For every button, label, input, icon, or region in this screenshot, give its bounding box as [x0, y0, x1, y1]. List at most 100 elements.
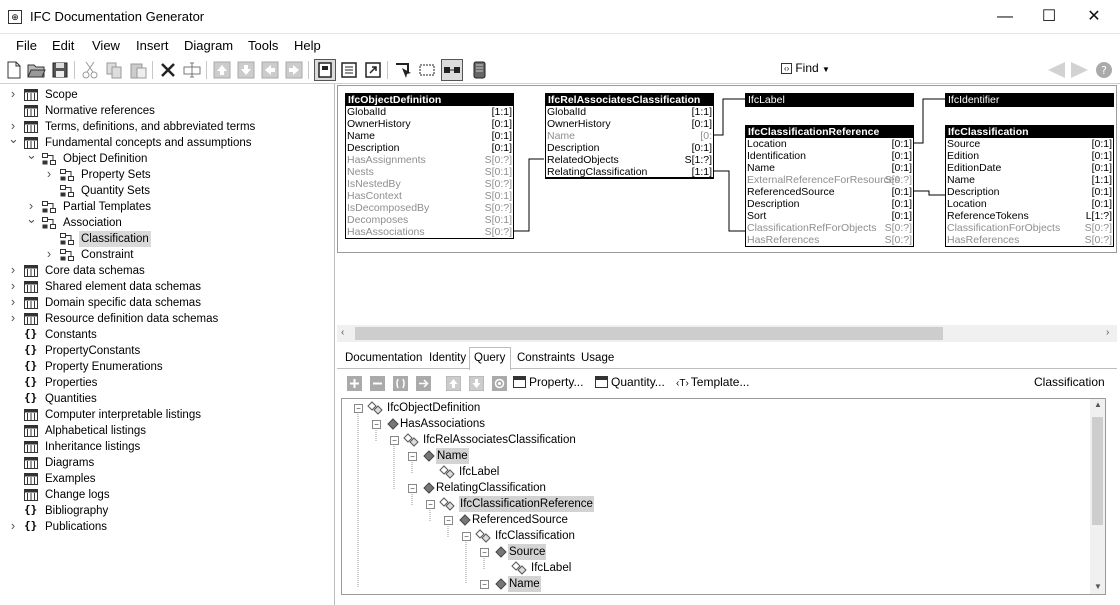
menu-insert[interactable]: Insert	[136, 38, 169, 53]
entity-attribute[interactable]: Description [0:1]	[946, 186, 1113, 198]
tab-usage[interactable]: Usage	[581, 352, 614, 364]
menu-diagram[interactable]: Diagram	[184, 38, 233, 53]
entity-ifcclassificationreference[interactable]: IfcClassificationReference Location [0:1]…	[745, 125, 914, 247]
marquee-icon[interactable]	[417, 60, 437, 80]
new-icon[interactable]	[4, 60, 24, 80]
collapse-chevron-icon[interactable]: ⌄	[26, 147, 37, 163]
entity-attribute[interactable]: Name [1:1]	[946, 174, 1113, 186]
add-icon[interactable]	[347, 376, 362, 391]
tree-item[interactable]: {} Constants	[0, 327, 334, 343]
tree-item[interactable]: {} Quantities	[0, 391, 334, 407]
tree-item[interactable]: ⌄ Fundamental concepts and assumptions	[0, 131, 334, 151]
delete-icon[interactable]	[158, 60, 178, 80]
entity-attribute[interactable]: Location [0:1]	[746, 138, 913, 150]
paste-icon[interactable]	[128, 60, 148, 80]
collapse-chevron-icon[interactable]: ⌄	[8, 131, 19, 147]
entity-attribute[interactable]: HasAssignments S[0:?]	[346, 154, 513, 166]
entity-attribute[interactable]: ClassificationRefForObjects S[0:?]	[746, 222, 913, 234]
menu-file[interactable]: File	[16, 38, 37, 53]
tree-item[interactable]: ⌄ Object Definition	[0, 147, 334, 167]
entity-attribute[interactable]: IsDecomposedBy S[0:?]	[346, 202, 513, 214]
menu-tools[interactable]: Tools	[248, 38, 278, 53]
tree-item[interactable]: Computer interpretable listings	[0, 407, 334, 423]
scrollbar-thumb[interactable]	[1092, 417, 1103, 525]
tree-item[interactable]: › Core data schemas	[0, 262, 334, 279]
tree-item[interactable]: › Property Sets	[0, 166, 334, 183]
collapse-toggle-icon[interactable]: −	[426, 500, 435, 509]
remove-icon[interactable]	[370, 376, 385, 391]
expand-chevron-icon[interactable]: ›	[8, 262, 18, 278]
entity-attribute[interactable]: Nests S[0:1]	[346, 166, 513, 178]
add-quantity-button[interactable]: Quantity...	[595, 375, 665, 389]
entity-ifclabel[interactable]: IfcLabel	[745, 93, 914, 107]
tree-item[interactable]: Diagrams	[0, 455, 334, 471]
entity-attribute[interactable]: GlobalId [1:1]	[546, 106, 713, 118]
entity-ifcobjectdefinition[interactable]: IfcObjectDefinition GlobalId [1:1] OwnerHi…	[345, 93, 514, 239]
collapse-toggle-icon[interactable]: −	[480, 580, 489, 589]
group-icon[interactable]	[393, 376, 408, 391]
forward-icon[interactable]	[1069, 60, 1091, 80]
entity-attribute[interactable]: ReferencedSource [0:1]	[746, 186, 913, 198]
expand-chevron-icon[interactable]: ›	[8, 86, 18, 102]
tree-item[interactable]: › Scope	[0, 86, 334, 103]
template-view-icon[interactable]	[314, 59, 336, 81]
cut-icon[interactable]	[80, 60, 100, 80]
collapse-toggle-icon[interactable]: −	[408, 452, 417, 461]
entity-attribute[interactable]: Edition [0:1]	[946, 150, 1113, 162]
entity-attribute[interactable]: HasReferences S[0:?]	[746, 234, 913, 246]
entity-attribute[interactable]: RelatingClassification [1:1]	[546, 166, 713, 178]
schema-icon[interactable]	[469, 60, 489, 80]
document-tree[interactable]: › Scope Normative references › Terms, defini…	[0, 84, 335, 605]
tree-item[interactable]: {} Bibliography	[0, 503, 334, 519]
entity-attribute[interactable]: OwnerHistory [0:1]	[546, 118, 713, 130]
entity-attribute[interactable]: Description [0:1]	[346, 142, 513, 154]
help-icon[interactable]: ?	[1095, 61, 1113, 79]
tab-documentation[interactable]: Documentation	[345, 352, 422, 364]
entity-attribute[interactable]: Description [0:1]	[746, 198, 913, 210]
tab-query[interactable]: Query	[474, 352, 505, 364]
entity-attribute[interactable]: ExternalReferenceForResources S[0:?]	[746, 174, 913, 186]
tree-item[interactable]: Alphabetical listings	[0, 423, 334, 439]
collapse-chevron-icon[interactable]: ⌄	[26, 211, 37, 227]
collapse-toggle-icon[interactable]: −	[480, 548, 489, 557]
save-icon[interactable]	[50, 60, 70, 80]
tree-item[interactable]: {} Property Enumerations	[0, 359, 334, 375]
collapse-toggle-icon[interactable]: −	[444, 516, 453, 525]
insert-icon[interactable]	[416, 376, 431, 391]
collapse-toggle-icon[interactable]: −	[372, 420, 381, 429]
expand-chevron-icon[interactable]: ›	[8, 310, 18, 326]
move-down-icon[interactable]	[236, 60, 256, 80]
scroll-right-icon[interactable]: ›	[1106, 327, 1109, 338]
collapse-toggle-icon[interactable]: −	[354, 404, 363, 413]
tree-item[interactable]: › Shared element data schemas	[0, 278, 334, 295]
collapse-toggle-icon[interactable]: −	[390, 436, 399, 445]
tree-item[interactable]: › Resource definition data schemas	[0, 310, 334, 327]
tree-item[interactable]: Inheritance listings	[0, 439, 334, 455]
document-view-icon[interactable]	[339, 60, 359, 80]
tree-item[interactable]: Normative references	[0, 103, 334, 119]
entity-attribute[interactable]: Name [0:	[546, 130, 713, 142]
entity-attribute[interactable]: Name [0:1]	[746, 162, 913, 174]
move-left-icon[interactable]	[260, 60, 280, 80]
open-icon[interactable]	[26, 60, 46, 80]
entity-attribute[interactable]: Name [0:1]	[346, 130, 513, 142]
move-up-icon[interactable]	[445, 375, 462, 392]
expand-chevron-icon[interactable]: ›	[8, 518, 18, 534]
tree-item[interactable]: Quantity Sets	[0, 183, 334, 199]
entity-attribute[interactable]: Sort [0:1]	[746, 210, 913, 222]
collapse-toggle-icon[interactable]: −	[408, 484, 417, 493]
entity-attribute[interactable]: ReferenceTokens L[1:?]	[946, 210, 1113, 222]
tree-item[interactable]: Classification	[0, 231, 334, 247]
menu-edit[interactable]: Edit	[52, 38, 74, 53]
tree-item[interactable]: › Domain specific data schemas	[0, 294, 334, 311]
entity-attribute[interactable]: Location [0:1]	[946, 198, 1113, 210]
tree-item[interactable]: › Partial Templates	[0, 198, 334, 215]
find-button[interactable]: ‹› Find ▼	[781, 61, 830, 75]
move-down-icon[interactable]	[468, 375, 485, 392]
entity-attribute[interactable]: IsNestedBy S[0:?]	[346, 178, 513, 190]
maximize-button[interactable]: ☐	[1026, 0, 1072, 34]
entity-attribute[interactable]: HasContext S[0:1]	[346, 190, 513, 202]
close-button[interactable]: ✕	[1071, 0, 1117, 34]
tree-item[interactable]: ⌄ Association	[0, 211, 334, 231]
entity-attribute[interactable]: HasAssociations S[0:?]	[346, 226, 513, 238]
